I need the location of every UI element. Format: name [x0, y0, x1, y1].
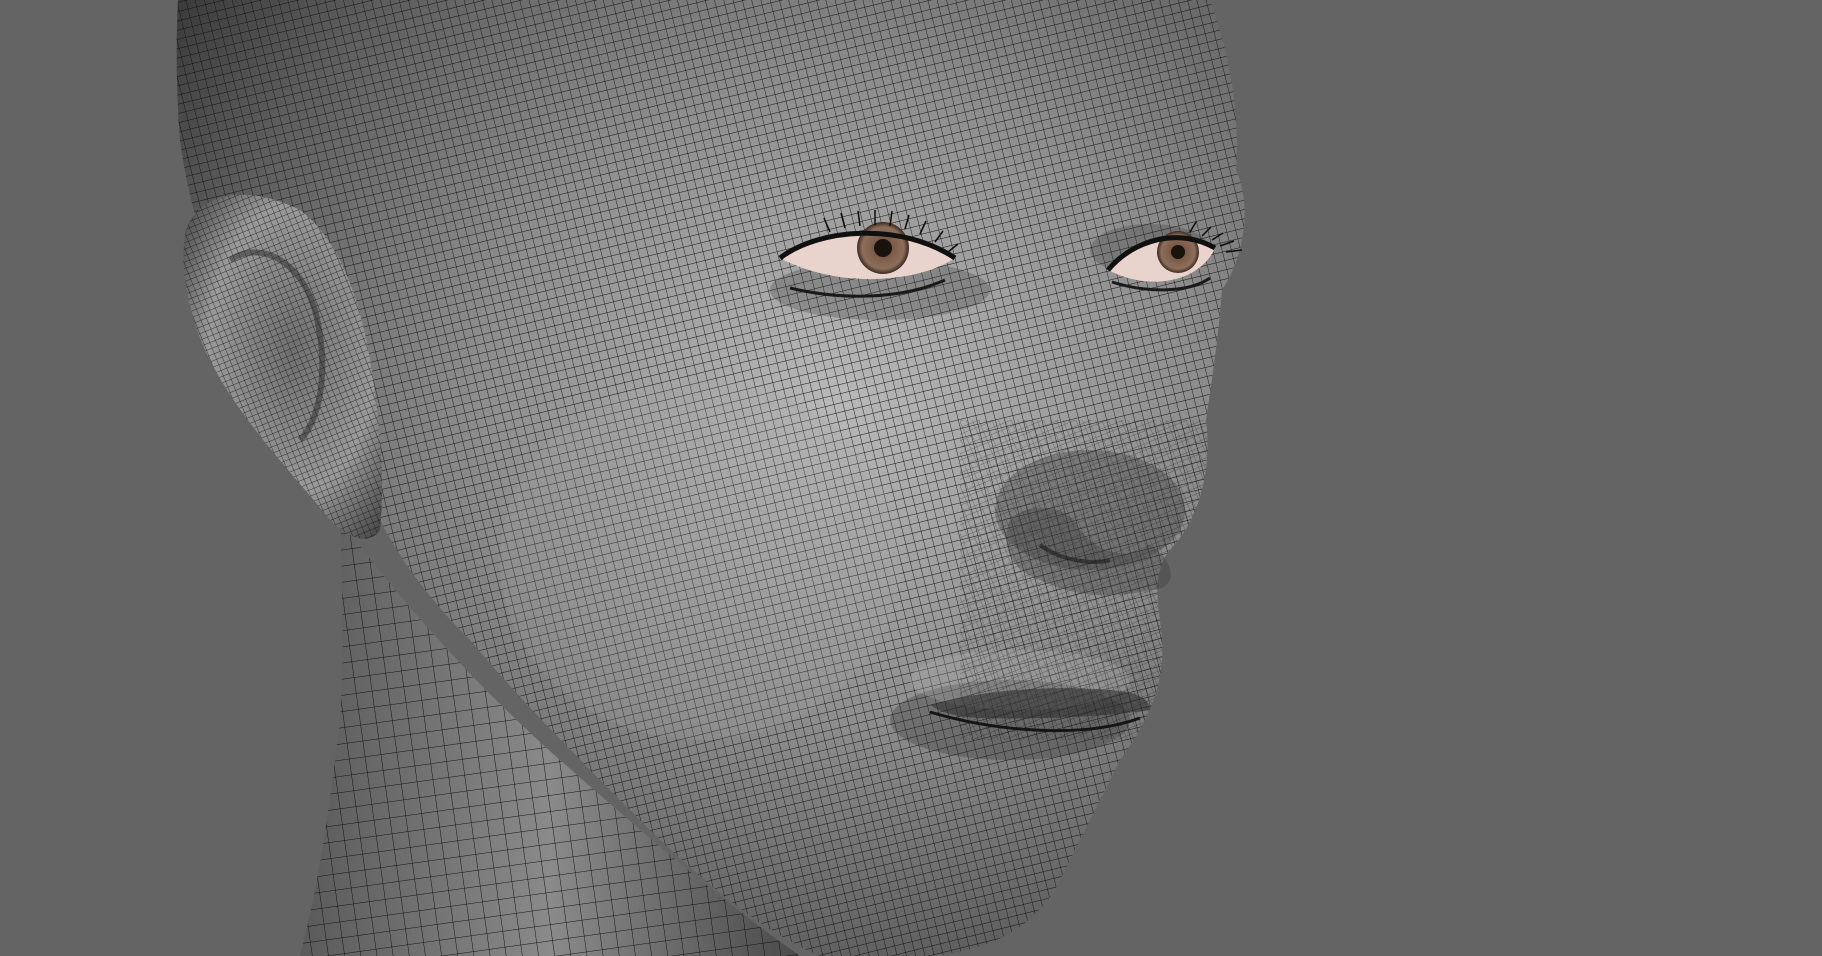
3d-viewport[interactable] [0, 0, 1822, 956]
viewport-canvas[interactable] [0, 0, 1822, 956]
